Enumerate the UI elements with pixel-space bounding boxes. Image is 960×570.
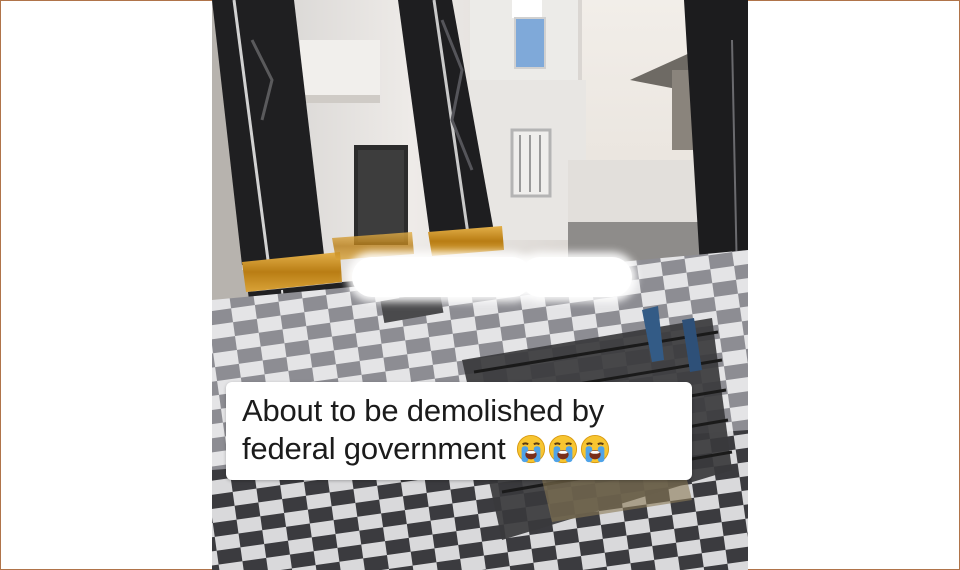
caption-line-2: federal government xyxy=(242,430,678,468)
loudly-crying-face-icon xyxy=(548,434,577,464)
loudly-crying-face-icon xyxy=(580,434,609,464)
loudly-crying-face-icon xyxy=(516,434,545,464)
emoji-group xyxy=(514,430,610,468)
redaction-blur xyxy=(520,257,632,297)
caption-box: About to be demolished by federal govern… xyxy=(226,382,692,480)
redaction-blur xyxy=(352,257,532,297)
caption-line-2-text: federal government xyxy=(242,431,506,466)
caption-line-1: About to be demolished by xyxy=(242,393,605,428)
